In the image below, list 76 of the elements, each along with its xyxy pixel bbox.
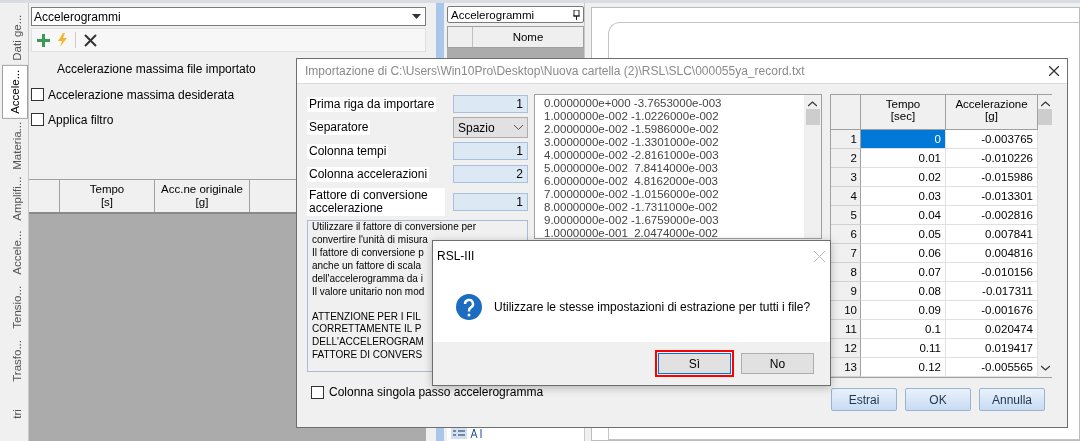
row-number: 13: [831, 358, 861, 377]
side-tab[interactable]: Tensio...: [6, 279, 28, 334]
table-cell: -0.002816: [946, 206, 1038, 225]
table-cell: -0.015986: [946, 168, 1038, 187]
table-cell: -0.005565: [946, 358, 1038, 377]
row-number: 7: [831, 244, 861, 263]
table-cell: 0: [861, 130, 946, 149]
side-tab[interactable]: Accele...: [2, 64, 28, 119]
row-number: 8: [831, 263, 861, 282]
dialog-button[interactable]: Estrai: [831, 388, 897, 411]
field-label: Prima riga da importare: [307, 96, 437, 112]
row-number: 11: [831, 320, 861, 339]
row-number: 12: [831, 339, 861, 358]
table-cell: 0.020474: [946, 320, 1038, 339]
max-acceleration-label: Accelerazione massima file importato: [57, 62, 256, 76]
number-field[interactable]: 1: [453, 142, 528, 160]
table-cell: 0.019417: [946, 339, 1038, 358]
panel-title: Accelerogrammi: [447, 6, 584, 23]
table-cell: -0.017311: [946, 282, 1038, 301]
field-label: Fattore di conversione accelerazione: [307, 188, 445, 216]
checkbox-label: Colonna singola passo accelerogramma: [329, 385, 544, 399]
column-header: Accelerazione [g]: [946, 95, 1038, 130]
column-header: Tempo [sec]: [861, 95, 946, 130]
row-number: 4: [831, 187, 861, 206]
side-tab[interactable]: tri: [6, 387, 28, 441]
checkbox-label: Applica filtro: [48, 112, 114, 127]
table-cell: 0.03: [861, 187, 946, 206]
field-label: Colonna tempi: [307, 143, 389, 159]
table-cell: 0.08: [861, 282, 946, 301]
dropdown[interactable]: Accelerogrammi: [31, 7, 426, 26]
row-number: 10: [831, 301, 861, 320]
message-button[interactable]: Sì: [658, 353, 731, 374]
table-cell: 0.11: [861, 339, 946, 358]
checkbox-label: Accelerazione massima desiderata: [48, 87, 235, 102]
row-number: 5: [831, 206, 861, 225]
table-cell: 0.06: [861, 244, 946, 263]
side-tab[interactable]: Materia...: [6, 118, 28, 173]
row-number: 9: [831, 282, 861, 301]
table-cell: 0.09: [861, 301, 946, 320]
column-header: Nome: [472, 27, 583, 47]
table-cell: 0.004816: [946, 244, 1038, 263]
row-number: 6: [831, 225, 861, 244]
side-tab[interactable]: Accele...: [6, 226, 28, 280]
message-button[interactable]: No: [741, 353, 814, 374]
dialog-button[interactable]: OK: [905, 388, 971, 411]
side-tab[interactable]: Amplifi...: [6, 172, 28, 227]
table-cell: 0.007841: [946, 225, 1038, 244]
dialog-button[interactable]: Annulla: [979, 388, 1045, 411]
table-cell: 0.04: [861, 206, 946, 225]
file-preview-text: 0.0000000e+000 -3.7653000e-003 1.0000000e-002 -1.0226000e-002 2.0000000e-002 -1.5986000e-002 3.0000000e-002 -1.3301000e-002 4.0000000e-002 -2.8161000e-003 5.0000000e-002 7.8414000e-003 6.0000000e-002 4.8162000e-003 7.0000000e-002 -1.0156000e-002 8.0000000e-002 -1.7311000e-002 9.0000000e-002 -1.6759000e-003 1.0000000e-001 2.0474000e-002: [543, 96, 723, 238]
field-label: Separatore: [307, 120, 371, 135]
column-header: Acc.ne originale [g]: [155, 180, 250, 212]
table-cell: 0.01: [861, 149, 946, 168]
table-cell: 0.1: [861, 320, 946, 339]
number-field[interactable]: 2: [453, 165, 528, 183]
table-cell: -0.013301: [946, 187, 1038, 206]
table-cell: -0.001676: [946, 301, 1038, 320]
row-number: 2: [831, 149, 861, 168]
separator-select[interactable]: Spazio: [453, 117, 528, 138]
dialog-title: Importazione di C:\Users\Win10Pro\Desktop\Nuova cartella (2)\RSL\SLC\000055ya_record.txt: [305, 64, 805, 78]
message-box-title: RSL-III: [437, 249, 475, 263]
side-tab[interactable]: Trasfo...: [6, 333, 28, 388]
row-number: 3: [831, 168, 861, 187]
row-number: 1: [831, 130, 861, 149]
table-cell: 0.05: [861, 225, 946, 244]
number-field[interactable]: 1: [453, 193, 528, 211]
field-label: Colonna accelerazioni: [307, 166, 430, 182]
table-cell: -0.010156: [946, 263, 1038, 282]
side-tab[interactable]: Dati ge...: [6, 11, 28, 65]
number-field[interactable]: 1: [453, 95, 528, 113]
column-header: Tempo [s]: [60, 180, 155, 212]
table-cell: -0.003765: [946, 130, 1038, 149]
table-cell: 0.12: [861, 358, 946, 377]
table-cell: 0.07: [861, 263, 946, 282]
table-cell: -0.010226: [946, 149, 1038, 168]
table-cell: 0.02: [861, 168, 946, 187]
